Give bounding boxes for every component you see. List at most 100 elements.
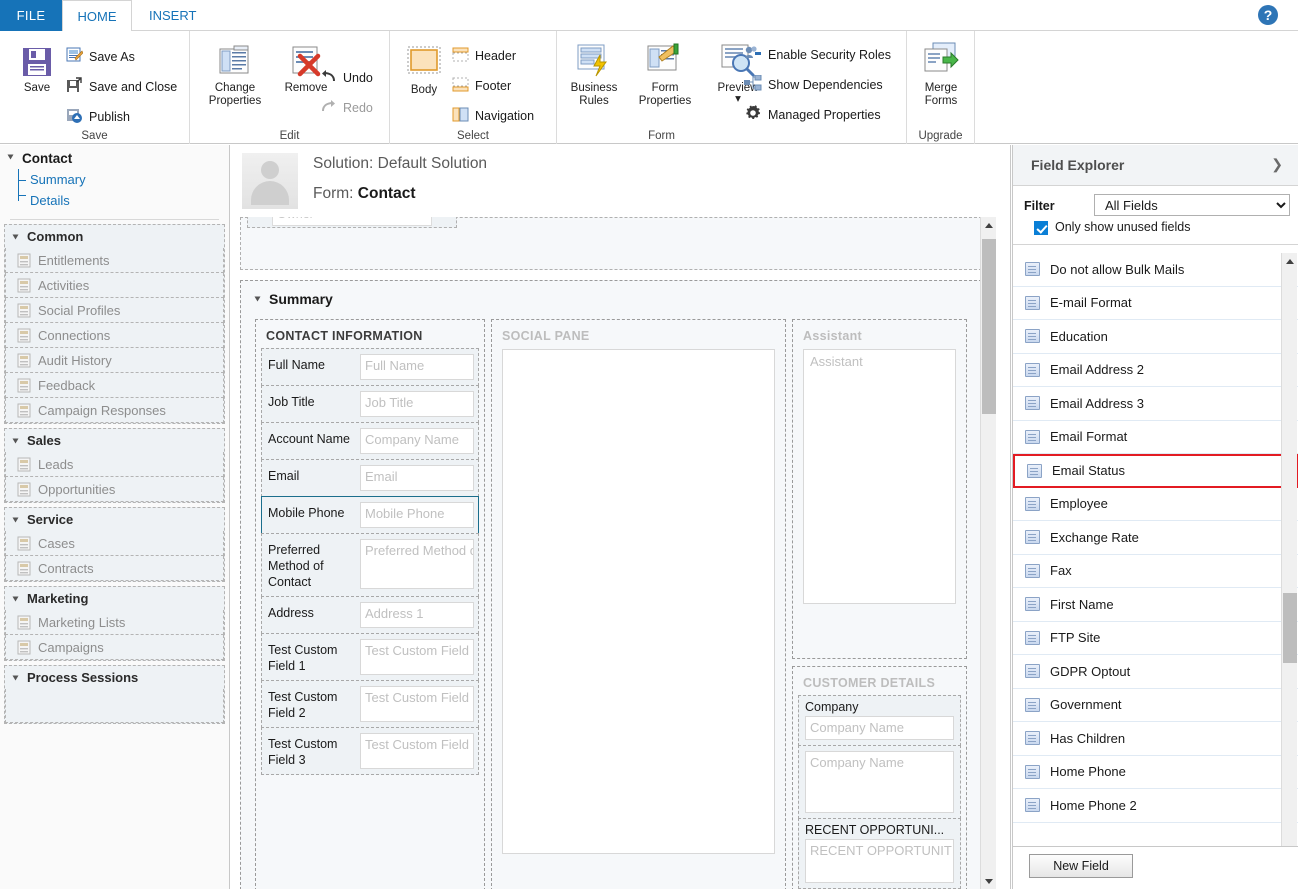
show-dependencies-button[interactable]: Show Dependencies <box>744 74 883 94</box>
form-field-input[interactable]: Company Name <box>360 428 474 454</box>
nav-item-opportunities[interactable]: Opportunities <box>5 477 224 502</box>
assistant-control[interactable]: Assistant <box>803 349 956 604</box>
form-field-input[interactable]: Mobile Phone <box>360 502 474 528</box>
filter-select[interactable]: All Fields <box>1094 194 1290 216</box>
nav-item-social-profiles[interactable]: Social Profiles <box>5 298 224 323</box>
form-field-input[interactable]: Test Custom Field 3 <box>360 733 474 769</box>
form-field-test-custom-field-2[interactable]: Test Custom Field 2 Test Custom Field 2 <box>261 680 479 728</box>
nav-group-header[interactable]: Sales <box>5 429 224 452</box>
form-field-account-name[interactable]: Account Name Company Name <box>261 422 479 460</box>
company-input[interactable]: Company Name <box>805 716 954 740</box>
preview-dropdown-arrow[interactable]: ▾ <box>735 93 741 106</box>
field-explorer-row[interactable]: Email Address 3 <box>1013 387 1298 421</box>
company-box-input[interactable]: Company Name <box>805 751 954 813</box>
nav-item-entitlements[interactable]: Entitlements <box>5 248 224 273</box>
header-section-partial[interactable]: Owner <box>240 217 982 270</box>
field-explorer-row[interactable]: Fax <box>1013 555 1298 588</box>
managed-properties-button[interactable]: Managed Properties <box>744 105 881 124</box>
nav-item-feedback[interactable]: Feedback <box>5 373 224 398</box>
nav-group-header[interactable]: Service <box>5 508 224 531</box>
field-explorer-row[interactable]: Government <box>1013 689 1298 722</box>
undo-button[interactable]: Undo <box>320 69 373 87</box>
nav-item-activities[interactable]: Activities <box>5 273 224 298</box>
form-field-test-custom-field-1[interactable]: Test Custom Field 1 Test Custom Field 1 <box>261 633 479 681</box>
nav-root-contact[interactable]: Contact <box>0 145 229 169</box>
field-explorer-scrollbar[interactable] <box>1281 253 1297 889</box>
nav-item-contracts[interactable]: Contracts <box>5 556 224 581</box>
navigation-button[interactable]: Navigation <box>452 107 534 125</box>
field-explorer-row[interactable]: First Name <box>1013 588 1298 622</box>
social-pane-control[interactable] <box>502 349 775 854</box>
field-explorer-row[interactable]: Email Address 2 <box>1013 354 1298 387</box>
only-unused-checkbox[interactable] <box>1034 221 1048 235</box>
field-explorer-row[interactable]: Home Phone 2 <box>1013 789 1298 823</box>
business-rules-button[interactable]: Business Rules <box>563 41 625 108</box>
field-explorer-row[interactable]: FTP Site <box>1013 622 1298 655</box>
recent-opportunities-input[interactable]: RECENT OPPORTUNITIES <box>805 839 954 883</box>
form-field-mobile-phone[interactable]: Mobile Phone Mobile Phone <box>261 496 479 534</box>
nav-item-cases[interactable]: Cases <box>5 531 224 556</box>
new-field-button[interactable]: New Field <box>1029 854 1133 878</box>
scroll-up-arrow-icon[interactable] <box>981 217 997 233</box>
form-field-input[interactable]: Email <box>360 465 474 491</box>
form-field-input[interactable]: Full Name <box>360 354 474 380</box>
field-explorer-row[interactable]: Do not allow Bulk Mails <box>1013 253 1298 287</box>
form-field-job-title[interactable]: Job Title Job Title <box>261 385 479 423</box>
tab-file[interactable]: FILE <box>0 0 62 31</box>
chevron-right-icon[interactable]: ❯ <box>1271 156 1283 173</box>
help-icon[interactable]: ? <box>1258 5 1278 25</box>
form-field-preferred-method-of-contact[interactable]: Preferred Method of Contact Preferred Met… <box>261 533 479 597</box>
merge-forms-button[interactable]: Merge Forms <box>910 41 972 108</box>
nav-item-summary[interactable]: Summary <box>0 169 229 190</box>
field-explorer-list[interactable]: Do not allow Bulk Mails E-mail Format Educ… <box>1013 253 1298 889</box>
nav-item-marketing-lists[interactable]: Marketing Lists <box>5 610 224 635</box>
summary-section[interactable]: Summary CONTACT INFORMATION Full Name Ful… <box>240 280 982 889</box>
summary-section-header[interactable]: Summary <box>254 291 333 307</box>
form-properties-button[interactable]: Form Properties <box>629 41 701 108</box>
form-field-input[interactable]: Address 1 <box>360 602 474 628</box>
nav-item-campaign-responses[interactable]: Campaign Responses <box>5 398 224 423</box>
field-explorer-row[interactable]: GDPR Optout <box>1013 655 1298 689</box>
form-field-input[interactable]: Job Title <box>360 391 474 417</box>
field-explorer-row[interactable]: Home Phone <box>1013 756 1298 789</box>
redo-button[interactable]: Redo <box>320 99 373 117</box>
canvas-scrollbar[interactable] <box>980 217 996 889</box>
form-field-input[interactable]: Preferred Method of Contact <box>360 539 474 589</box>
column-assistant[interactable]: Assistant Assistant <box>792 319 967 659</box>
column-contact-information[interactable]: CONTACT INFORMATION Full Name Full Name Jo… <box>255 319 485 889</box>
save-and-close-button[interactable]: Save and Close <box>66 77 177 97</box>
nav-item-empty[interactable] <box>5 689 224 723</box>
enable-security-roles-button[interactable]: Enable Security Roles <box>744 45 891 64</box>
save-button[interactable]: Save <box>6 45 68 95</box>
nav-group-header[interactable]: Common <box>5 225 224 248</box>
column-customer-details[interactable]: CUSTOMER DETAILS Company Company Name Co… <box>792 666 967 889</box>
form-field-input[interactable]: Test Custom Field 2 <box>360 686 474 722</box>
nav-item-audit-history[interactable]: Audit History <box>5 348 224 373</box>
scroll-up-arrow-icon[interactable] <box>1282 253 1298 269</box>
field-explorer-row[interactable]: Employee <box>1013 488 1298 521</box>
field-explorer-row[interactable]: Email Format <box>1013 421 1298 454</box>
field-explorer-row[interactable]: Has Children <box>1013 722 1298 756</box>
canvas-scrollbar-thumb[interactable] <box>982 239 996 414</box>
field-explorer-row[interactable]: Email Status <box>1013 454 1298 488</box>
form-field-test-custom-field-3[interactable]: Test Custom Field 3 Test Custom Field 3 <box>261 727 479 775</box>
field-explorer-scrollbar-thumb[interactable] <box>1283 593 1297 663</box>
field-explorer-row[interactable]: Exchange Rate <box>1013 521 1298 555</box>
tab-home[interactable]: HOME <box>62 0 132 32</box>
field-explorer-row[interactable]: Education <box>1013 320 1298 354</box>
tab-insert[interactable]: INSERT <box>135 0 210 31</box>
publish-button[interactable]: Publish <box>66 107 130 127</box>
form-field-input[interactable]: Test Custom Field 1 <box>360 639 474 675</box>
scroll-down-arrow-icon[interactable] <box>981 873 997 889</box>
nav-item-leads[interactable]: Leads <box>5 452 224 477</box>
column-social-pane[interactable]: SOCIAL PANE <box>491 319 786 889</box>
body-button[interactable]: Body <box>398 43 450 97</box>
form-field-address[interactable]: Address Address 1 <box>261 596 479 634</box>
nav-group-header[interactable]: Process Sessions <box>5 666 224 689</box>
owner-field-partial[interactable]: Owner <box>247 217 457 228</box>
customer-details-recent-opportunities-field[interactable]: RECENT OPPORTUNI... RECENT OPPORTUNITIES <box>798 818 961 889</box>
nav-group-header[interactable]: Marketing <box>5 587 224 610</box>
save-as-button[interactable]: Save As <box>66 47 135 67</box>
form-field-email[interactable]: Email Email <box>261 459 479 497</box>
header-button[interactable]: Header <box>452 47 516 65</box>
